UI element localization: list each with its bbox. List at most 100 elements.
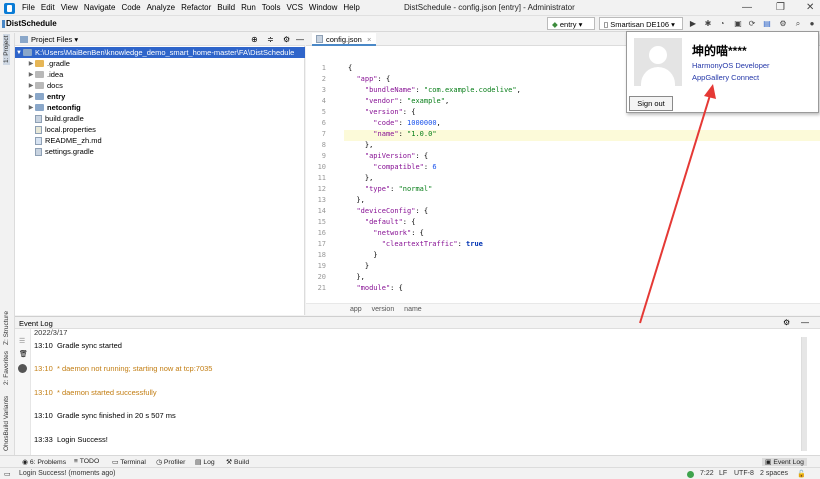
menu-refactor[interactable]: Refactor bbox=[181, 3, 211, 12]
debug-icon[interactable]: ✱ bbox=[703, 19, 713, 29]
run-config-icon: ◆ bbox=[552, 20, 558, 29]
terminal-tab[interactable]: ▭ Terminal bbox=[112, 458, 146, 466]
device-manager-icon[interactable]: ▣ bbox=[733, 19, 743, 29]
tree-row-build-gradle[interactable]: build.gradle bbox=[35, 113, 84, 124]
breadcrumb-item[interactable]: app bbox=[350, 306, 362, 313]
code-line: }, bbox=[348, 273, 365, 281]
breadcrumb-item[interactable]: version bbox=[372, 306, 395, 313]
status-message[interactable]: Login Success! (moments ago) bbox=[19, 470, 116, 477]
profiler-tab[interactable]: ◷ Profiler bbox=[156, 458, 185, 466]
menu-run[interactable]: Run bbox=[241, 3, 256, 12]
close-icon[interactable]: ✕ bbox=[806, 2, 814, 13]
collapse-all-icon[interactable]: ≑ bbox=[267, 35, 274, 44]
close-tab-icon[interactable]: × bbox=[367, 35, 371, 44]
menu-analyze[interactable]: Analyze bbox=[147, 3, 175, 12]
tab-label: Log bbox=[203, 459, 215, 466]
code-line: "vendor": "example", bbox=[364, 97, 450, 105]
tree-row-readme[interactable]: README_zh.md bbox=[35, 135, 102, 146]
caret-position[interactable]: 7:22 bbox=[700, 470, 714, 477]
tree-row-settings-gradle[interactable]: settings.gradle bbox=[35, 146, 94, 157]
menu-vcs[interactable]: VCS bbox=[286, 3, 302, 12]
menu-file[interactable]: File bbox=[22, 3, 35, 12]
sync-icon[interactable]: ⟳ bbox=[747, 19, 757, 29]
chevron-right-icon: ▶ bbox=[28, 105, 34, 111]
code-line: "cleartextTraffic": true bbox=[381, 240, 483, 248]
indent-setting[interactable]: 2 spaces bbox=[760, 470, 788, 477]
gear-icon[interactable]: ⚙ bbox=[283, 35, 290, 44]
structure-tool-tab[interactable]: Z: Structure bbox=[3, 311, 10, 345]
status-toggle-icon[interactable]: ▭ bbox=[4, 470, 11, 478]
tree-label: build.gradle bbox=[45, 114, 84, 123]
event-log-tab[interactable]: ▣ Event Log bbox=[762, 458, 807, 466]
folder-icon[interactable]: ▤ bbox=[762, 19, 772, 29]
restore-icon[interactable]: ❐ bbox=[776, 2, 785, 13]
file-encoding[interactable]: UTF-8 bbox=[734, 470, 754, 477]
tab-config-json[interactable]: config.json × bbox=[312, 33, 377, 46]
settings-icon[interactable]: ⚙ bbox=[778, 19, 788, 29]
tree-row-docs[interactable]: ▶ docs bbox=[27, 80, 63, 91]
menu-code[interactable]: Code bbox=[121, 3, 140, 12]
minimize-icon[interactable]: — bbox=[742, 2, 752, 13]
locate-icon[interactable]: ⊕ bbox=[251, 35, 258, 44]
run-config-select[interactable]: ◆ entry ▾ bbox=[547, 17, 595, 30]
build-variants-tool-tab[interactable]: OhosBuild Variants bbox=[3, 396, 10, 451]
tree-label: local.properties bbox=[45, 125, 96, 134]
breadcrumb-item[interactable]: name bbox=[404, 306, 422, 313]
menu-edit[interactable]: Edit bbox=[41, 3, 55, 12]
settings-icon[interactable]: ☰ bbox=[19, 337, 25, 345]
code-line: "type": "normal" bbox=[364, 185, 433, 193]
title-bar: File Edit View Navigate Code Analyze Ref… bbox=[0, 0, 820, 16]
menu-navigate[interactable]: Navigate bbox=[84, 3, 116, 12]
project-view-select[interactable]: Project Files ▾ bbox=[31, 35, 78, 44]
event-log-title: Event Log bbox=[19, 319, 53, 328]
menu-help[interactable]: Help bbox=[343, 3, 359, 12]
run-config-value: entry bbox=[559, 20, 577, 29]
tree-row-gradle-dir[interactable]: ▶ .gradle bbox=[27, 58, 70, 69]
hide-icon[interactable]: — bbox=[296, 35, 304, 44]
code-line: "code": 1000000, bbox=[373, 119, 441, 127]
tree-label: docs bbox=[47, 81, 63, 90]
profile-icon[interactable]: ◔ bbox=[717, 19, 727, 29]
appgallery-connect-link[interactable]: AppGallery Connect bbox=[692, 73, 759, 82]
favorites-tool-tab[interactable]: 2: Favorites bbox=[3, 351, 10, 385]
user-name: 坤的喵**** bbox=[692, 44, 747, 58]
tree-row-entry[interactable]: ▶ entry bbox=[27, 91, 66, 102]
hide-icon[interactable]: — bbox=[801, 318, 809, 327]
vertical-scrollbar[interactable] bbox=[801, 337, 807, 451]
folder-icon bbox=[35, 60, 44, 67]
tree-row-local-properties[interactable]: local.properties bbox=[35, 124, 96, 135]
account-icon[interactable]: ● bbox=[807, 19, 817, 29]
log-text: Login Success! bbox=[56, 435, 108, 444]
avatar-body-shape bbox=[641, 67, 675, 86]
todo-tab[interactable]: ≡ TODO bbox=[74, 458, 99, 465]
tree-row-netconfig[interactable]: ▶ netconfig bbox=[27, 102, 81, 113]
menu-view[interactable]: View bbox=[61, 3, 78, 12]
run-icon[interactable]: ▶ bbox=[688, 19, 698, 29]
log-entry: 13:33 Login Success! bbox=[34, 435, 108, 444]
sign-out-button[interactable]: Sign out bbox=[629, 96, 673, 111]
properties-file-icon bbox=[35, 125, 42, 134]
lock-icon[interactable]: 🔓 bbox=[797, 470, 806, 478]
project-tool-tab[interactable]: 1: Project bbox=[3, 33, 10, 65]
tree-label: README_zh.md bbox=[45, 136, 102, 145]
device-select[interactable]: ▯ Smartisan DE106 ▾ bbox=[599, 17, 683, 30]
line-separator[interactable]: LF bbox=[719, 470, 727, 477]
search-icon[interactable]: ⌕ bbox=[793, 19, 803, 29]
menu-tools[interactable]: Tools bbox=[262, 3, 281, 12]
tree-row-root[interactable]: ▼ K:\Users\MaiBenBen\knowledge_demo_smar… bbox=[15, 47, 305, 58]
build-tab[interactable]: ⚒ Build bbox=[226, 458, 249, 466]
nav-project-title[interactable]: DistSchedule bbox=[6, 19, 57, 28]
gear-icon[interactable]: ⚙ bbox=[783, 318, 790, 327]
avatar bbox=[634, 38, 682, 86]
record-icon[interactable] bbox=[18, 364, 27, 373]
menu-build[interactable]: Build bbox=[217, 3, 235, 12]
menu-window[interactable]: Window bbox=[309, 3, 337, 12]
folder-icon bbox=[35, 82, 44, 89]
problems-tab[interactable]: ◉ 6: Problems bbox=[22, 458, 66, 466]
tree-row-idea[interactable]: ▶ .idea bbox=[27, 69, 64, 80]
log-tab[interactable]: ▤ Log bbox=[195, 458, 215, 466]
trash-icon[interactable]: 🗑 bbox=[19, 350, 28, 358]
code-line: "bundleName": "com.example.codelive", bbox=[364, 86, 521, 94]
harmonyos-developer-link[interactable]: HarmonyOS Developer bbox=[692, 61, 770, 70]
left-tool-strip: 1: Project Z: Structure 2: Favorites Oho… bbox=[0, 33, 15, 455]
